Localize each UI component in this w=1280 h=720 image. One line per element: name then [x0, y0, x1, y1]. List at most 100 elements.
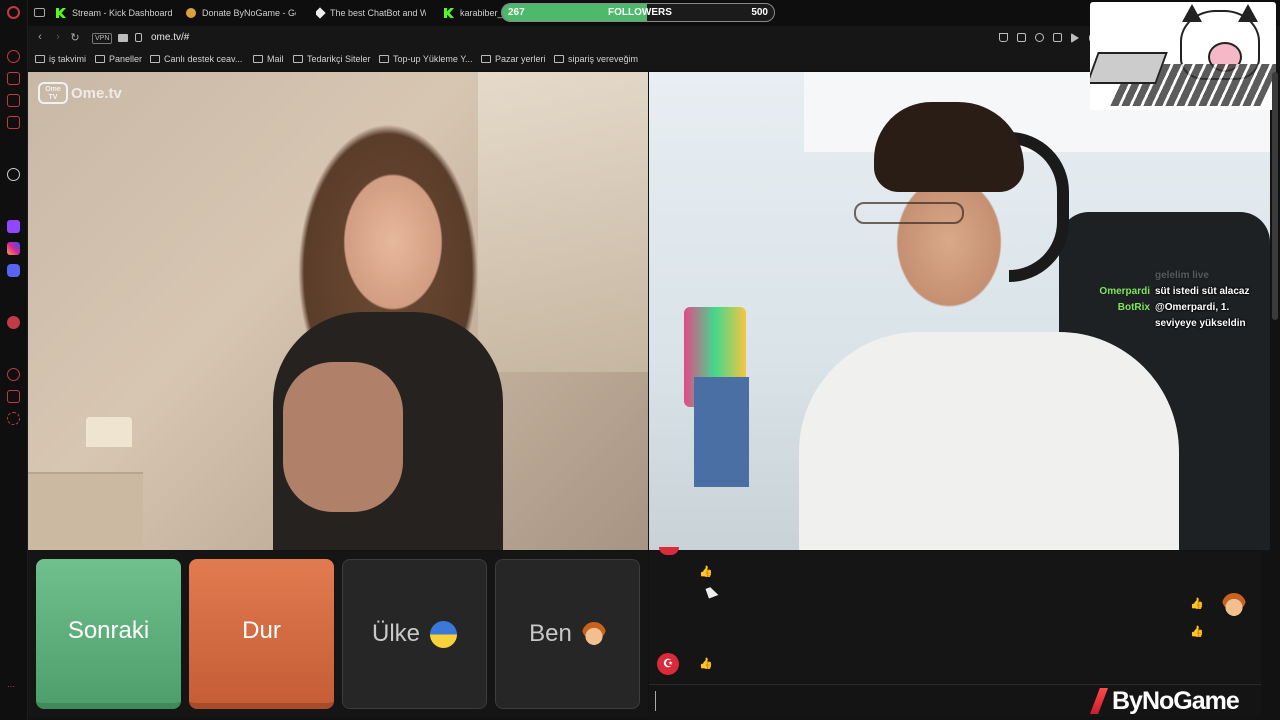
adblock-icon[interactable] [1035, 33, 1044, 42]
twitch-icon[interactable] [7, 220, 20, 233]
turkey-flag-icon: ☪ [657, 653, 679, 675]
tab-kick-dashboard[interactable]: Stream - Kick Dashboard [56, 4, 176, 22]
search-tabs-icon[interactable] [34, 8, 45, 17]
followers-current: 267 [508, 7, 525, 18]
discord-icon[interactable] [7, 264, 20, 277]
chatgpt-icon[interactable] [7, 168, 20, 181]
chat-text: seviyeye yükseldin [1155, 318, 1246, 329]
tab-chatbot[interactable]: The best ChatBot and W [316, 4, 426, 22]
chat-message: seviyeye yükseldin [1090, 316, 1260, 332]
crypto-wallet-icon[interactable] [7, 72, 20, 85]
thumbs-up-icon: 👍 [699, 658, 713, 670]
kick-icon [56, 8, 66, 18]
bookmark-is-takvimi[interactable]: iş takvimi [35, 54, 86, 64]
me-button-label: Ben [529, 620, 572, 647]
cat-ear-left [1182, 4, 1202, 22]
folder-icon [293, 55, 303, 63]
ometv-logo: Ome TV Ome.tv [38, 82, 122, 104]
followers-label: FOLLOWERS [608, 7, 672, 18]
chat-username: Omerpardi [1099, 286, 1150, 297]
settings-icon[interactable] [7, 412, 20, 425]
translate-icon[interactable] [1053, 33, 1062, 42]
tab-title: Donate ByNoGame - Gel [202, 8, 296, 18]
folder-icon [379, 55, 389, 63]
folder-icon [481, 55, 491, 63]
partner-indicator [659, 547, 679, 555]
glasses [854, 202, 964, 224]
me-button[interactable]: Ben [495, 559, 640, 709]
lock-icon [135, 33, 142, 42]
social-icon[interactable] [7, 94, 20, 107]
background-dresser [28, 472, 143, 550]
url-text[interactable]: ome.tv/# [151, 32, 189, 43]
chat-username [1090, 316, 1150, 332]
followers-goal: 500 [751, 7, 768, 18]
cat-ear-right [1238, 4, 1258, 22]
ukraine-flag-icon [430, 620, 457, 648]
opera-logo-icon[interactable] [7, 6, 20, 19]
music-player-icon[interactable] [7, 316, 20, 329]
ometv-logo-box: Ome TV [38, 82, 68, 104]
bookmark-tedarikci[interactable]: Tedarikçi Siteler [293, 54, 371, 64]
snapshot-icon[interactable] [1017, 33, 1026, 42]
thumbs-up-icon: 👍 [1190, 598, 1204, 610]
page-scrollbar[interactable] [1272, 72, 1278, 320]
donate-icon [186, 8, 196, 18]
avatar-icon [1222, 593, 1246, 617]
background-window [478, 72, 648, 372]
forward-icon[interactable]: › [51, 31, 65, 43]
bookmark-label: iş takvimi [49, 54, 87, 64]
aria-icon[interactable] [7, 50, 20, 63]
chat-message: BotRix @Omerpardi, 1. [1090, 300, 1260, 316]
vpn-badge[interactable]: VPN [92, 33, 113, 44]
history-icon[interactable] [7, 368, 20, 381]
reload-icon[interactable]: ↻ [68, 31, 82, 44]
country-button[interactable]: Ülke [342, 559, 487, 709]
cat-mousepad [1090, 52, 1168, 84]
back-icon[interactable]: ‹ [33, 31, 47, 43]
bookmark-mail[interactable]: Mail [253, 54, 284, 64]
next-button-label: Sonraki [67, 617, 150, 644]
bookmark-icon[interactable] [999, 33, 1008, 42]
person-shirt [799, 332, 1179, 550]
next-button[interactable]: Sonraki [36, 559, 181, 709]
thumbs-up-icon: 👍 [699, 566, 713, 578]
play-icon[interactable] [1071, 33, 1079, 43]
more-icon[interactable]: ⋯ [7, 682, 20, 695]
messenger-icon[interactable] [7, 116, 20, 129]
calendar-icon [35, 55, 45, 63]
folder-icon [253, 55, 263, 63]
chat-text: @Omerpardi, 1. [1155, 302, 1230, 313]
bookmark-label: Tedarikçi Siteler [307, 54, 371, 64]
stop-button-label: Dur [242, 617, 281, 644]
stop-button[interactable]: Dur [189, 559, 334, 709]
avatar-icon [581, 622, 606, 646]
bookmark-label: Paneller [109, 54, 143, 64]
background-lamp [86, 417, 132, 447]
tab-karabiber[interactable]: karabiber_2 [444, 4, 504, 22]
bookmark-pazar[interactable]: Pazar yerleri [481, 54, 546, 64]
folder-icon [150, 55, 160, 63]
bynogame-text: ByNoGame [1112, 686, 1240, 715]
chat-text: süt istedi süt alacaz [1155, 286, 1250, 297]
chat-input[interactable] [655, 691, 1075, 711]
tab-title: Stream - Kick Dashboard [72, 8, 173, 18]
bookmark-paneller[interactable]: Paneller [95, 54, 142, 64]
bookmark-label: Mail [267, 54, 284, 64]
bookmark-label: sipariş vereveğim [568, 54, 639, 64]
bynogame-mark-icon [1090, 688, 1108, 714]
bookmark-topup[interactable]: Top-up Yükleme Y... [379, 54, 473, 64]
instagram-icon[interactable] [7, 242, 20, 255]
folder-icon [554, 55, 564, 63]
bynogame-logo: ByNoGame [1090, 686, 1240, 716]
chat-text: gelelim live [1155, 270, 1209, 281]
camera-icon[interactable] [118, 34, 128, 42]
bookmark-canli-destek[interactable]: Canlı destek ceav... [150, 54, 242, 64]
bookmark-label: Top-up Yükleme Y... [393, 54, 473, 64]
folder-icon [95, 55, 105, 63]
country-button-label: Ülke [371, 620, 420, 647]
bookmark-siparis[interactable]: sipariş vereveğim [554, 54, 638, 64]
extensions-icon[interactable] [7, 390, 20, 403]
browser-sidebar: ⋯ [0, 0, 28, 720]
tab-donate[interactable]: Donate ByNoGame - Gel [186, 4, 296, 22]
